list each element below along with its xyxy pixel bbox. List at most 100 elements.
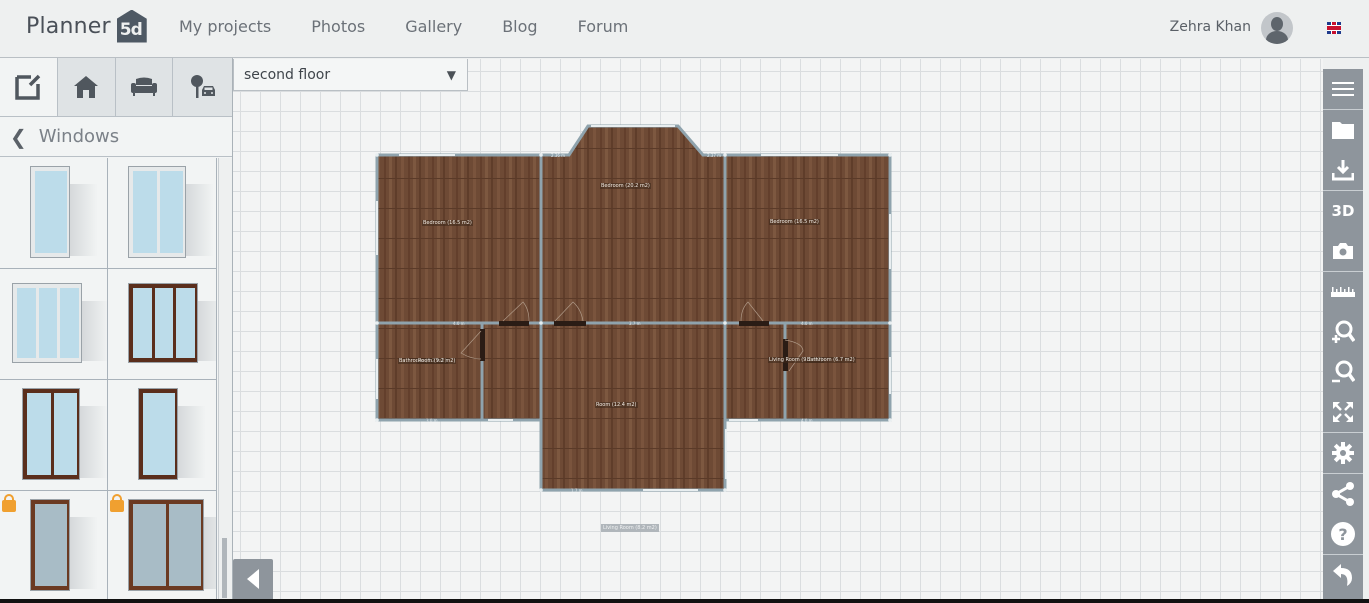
catalog-item[interactable] [0,269,108,380]
catalog-item[interactable] [0,491,108,602]
nav-my-projects[interactable]: My projects [179,17,271,36]
triangle-left-icon [247,569,259,589]
catalog-item[interactable] [108,158,217,269]
window-pane [35,504,67,586]
nav-blog[interactable]: Blog [502,17,537,36]
room-floor [725,155,890,323]
room-label[interactable]: Room (12.4 m2) [595,402,638,408]
window-pane [133,504,166,586]
room-label[interactable]: Bedroom (20.2 m2) [600,183,651,189]
nav-gallery[interactable]: Gallery [405,17,462,36]
lock-icon [2,494,16,512]
tree-car-icon [190,75,215,98]
nav-photos[interactable]: Photos [311,17,365,36]
catalog-item[interactable] [108,491,217,602]
planner-app: Planner 5d My projects Photos Gallery Bl… [0,0,1369,603]
door [783,339,788,371]
main-nav: My projects Photos Gallery Blog Forum [179,17,668,36]
user-name[interactable]: Zehra Khan [1170,19,1251,35]
zoom-out-button[interactable] [1323,352,1363,392]
menu-button[interactable] [1323,69,1363,109]
item-shadow [66,517,98,589]
item-shadow [182,184,214,256]
right-toolbar: 3D ? [1323,69,1363,599]
catalog-scrollbar[interactable] [218,158,232,603]
snapshot-button[interactable] [1323,231,1363,271]
bottom-edge [0,599,1369,603]
zoom-in-button[interactable] [1323,312,1363,352]
gear-icon [1332,442,1354,464]
dimension-label: 3.0 m [426,418,438,423]
dimension-label: 4.0 m [801,418,813,423]
item-shadow [66,184,98,256]
catalog-item[interactable] [0,380,108,491]
wall-node [375,321,379,325]
window-pane [17,288,36,358]
uk-flag-icon[interactable] [1327,22,1341,34]
tab-exterior[interactable] [173,58,232,116]
floor-select[interactable]: second floor ▼ [233,59,468,91]
chevron-down-icon: ▼ [446,67,456,82]
planner5d-logo[interactable]: Planner 5d [26,8,147,44]
back-to-categories[interactable]: ❮ Windows [0,117,232,157]
settings-button[interactable] [1323,433,1363,473]
svg-text:?: ? [1338,525,1347,544]
avatar[interactable] [1261,12,1293,44]
window-thumbnail [128,166,186,258]
undo-button[interactable] [1323,555,1363,595]
tab-furniture[interactable] [115,58,174,116]
share-icon [1332,482,1354,506]
expand-icon [1333,402,1353,422]
catalog-item[interactable] [108,380,217,491]
floor-plan[interactable] [233,59,1323,603]
room-label-outside[interactable]: Living Room (8.2 m2) [601,524,659,532]
logo-text: Planner [26,13,111,39]
zoom-in-icon [1332,320,1355,343]
fit-screen-button[interactable] [1323,392,1363,432]
window-thumbnail [22,388,80,480]
lock-icon [110,494,124,512]
ruler-button[interactable] [1323,272,1363,312]
room-label[interactable]: Bedroom (16.5 m2) [769,219,820,225]
share-button[interactable] [1323,474,1363,514]
nav-forum[interactable]: Forum [578,17,629,36]
download-button[interactable] [1323,150,1363,190]
window-pane [168,504,201,586]
window-pane [143,393,175,475]
dimension-label: 2.37 m [707,153,722,158]
door [499,321,529,326]
download-icon [1332,160,1354,181]
collapse-panel-button[interactable] [233,559,273,599]
edit-square-icon [15,74,41,100]
room-label[interactable]: Bedroom (16.5 m2) [422,220,473,226]
room-label[interactable]: Bathroom (6.7 m2) [806,357,856,363]
scroll-thumb[interactable] [222,538,227,598]
catalog-item[interactable] [0,158,108,269]
3d-label: 3D [1331,202,1355,220]
window-pane [154,288,174,358]
window-thumbnail [30,499,70,591]
floor-plan-canvas[interactable]: Bedroom (16.5 m2) Bedroom (20.2 m2) Bedr… [233,59,1323,603]
3d-view-button[interactable]: 3D [1323,191,1363,231]
tab-edit[interactable] [0,58,58,116]
wall-node [723,153,727,157]
window-pane [133,171,157,253]
help-button[interactable]: ? [1323,514,1363,554]
room-label[interactable]: Room (9.2 m2) [417,358,457,364]
dimension-label: 1.7 m [571,488,583,493]
window-thumbnail [12,283,82,363]
wall-node [539,321,543,325]
item-shadow [76,406,107,478]
open-button[interactable] [1323,110,1363,150]
tab-construction[interactable] [57,58,116,116]
help-icon: ? [1331,522,1355,546]
item-shadow [78,301,107,361]
window-pane [159,171,183,253]
dimension-label: 4.0 m [801,321,813,326]
category-title: Windows [38,126,120,147]
catalog-item[interactable] [108,269,217,380]
dimension-label: 3.7 m [629,321,641,326]
floor-areas [377,126,890,490]
armchair-icon [130,77,157,96]
top-header: Planner 5d My projects Photos Gallery Bl… [0,0,1369,58]
